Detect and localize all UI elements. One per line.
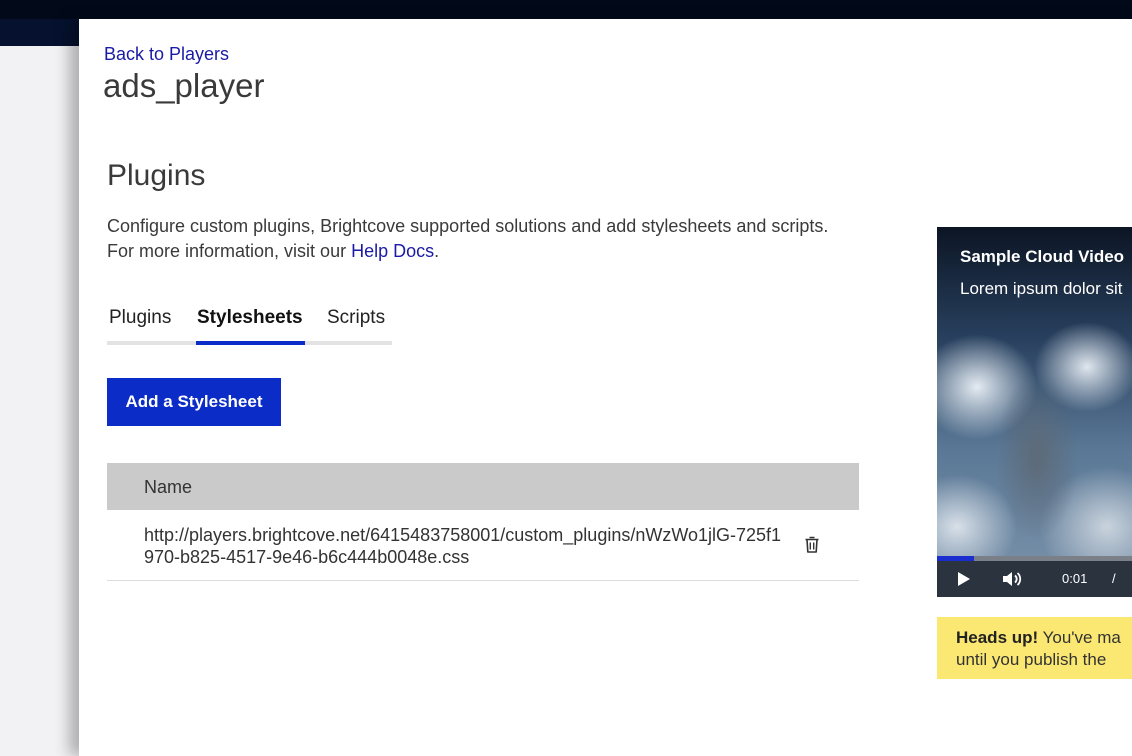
unpublished-changes-alert: Heads up! You've ma until you publish th… [937,617,1132,679]
name-column-header[interactable]: Name [144,477,192,498]
current-time: 0:01 [1062,571,1088,586]
trash-icon-graphic [805,536,819,553]
description-line-1: Configure custom plugins, Brightcove sup… [107,216,829,236]
help-docs-link[interactable]: Help Docs [351,241,434,261]
background-page-edge [0,46,79,756]
tab-plugins[interactable]: Plugins [109,305,184,341]
description-prefix: For more information, visit our [107,241,352,261]
alert-line-2: until you publish the [956,650,1107,669]
section-title: Plugins [107,159,206,192]
top-navigation-left-block [0,19,79,46]
video-description: Lorem ipsum dolor sit [960,279,1123,298]
page-title: ads_player [103,67,265,104]
volume-icon-graphic [1003,572,1022,586]
table-header: Name [107,463,859,510]
section-description: Configure custom plugins, Brightcove sup… [107,214,927,264]
play-icon[interactable] [958,572,970,591]
alert-message-1: You've ma [1038,628,1121,647]
table-row: http://players.brightcove.net/6415483758… [107,510,859,581]
stylesheet-url: http://players.brightcove.net/6415483758… [144,525,782,567]
back-to-players-link[interactable]: Back to Players [104,44,229,65]
alert-line-1: Heads up! You've ma [956,627,1132,649]
video-title: Sample Cloud Video [960,247,1125,266]
add-stylesheet-button[interactable]: Add a Stylesheet [107,378,281,426]
player-detail-panel: Back to Players ads_player Plugins Confi… [79,19,1132,756]
tab-stylesheets[interactable]: Stylesheets [196,305,305,345]
stylesheets-table: Name http://players.brightcove.net/64154… [107,463,859,581]
description-line-2: For more information, visit our Help Doc… [107,239,927,264]
trash-icon[interactable] [804,536,820,554]
alert-text: Heads up! You've ma until you publish th… [956,627,1132,671]
alert-heading: Heads up! [956,628,1039,647]
description-suffix: . [434,241,440,261]
top-navigation-bar [0,0,1132,19]
play-icon-graphic [958,572,970,586]
volume-icon[interactable] [1003,571,1023,592]
time-divider: / [1112,571,1116,586]
plugin-tabs: Plugins Stylesheets Scripts [107,305,392,345]
tab-scripts[interactable]: Scripts [327,305,393,341]
player-preview[interactable]: Sample Cloud Video Lorem ipsum dolor sit… [937,227,1132,597]
player-control-bar: 0:01 / [937,561,1132,597]
